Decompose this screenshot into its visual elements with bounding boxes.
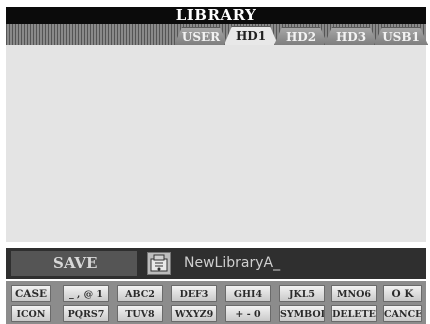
def3-key[interactable]: DEF3 (171, 285, 217, 302)
pqrs7-key[interactable]: PQRS7 (63, 305, 109, 322)
tuv8-key[interactable]: TUV8 (117, 305, 163, 322)
symbol-1-key[interactable]: _ , @ 1 (63, 285, 109, 302)
case-key[interactable]: CASE (11, 285, 51, 302)
ghi4-key[interactable]: GHI4 (225, 285, 271, 302)
delete-key[interactable]: DELETE (331, 305, 377, 322)
wxyz9-key[interactable]: WXYZ9 (171, 305, 217, 322)
library-file-icon (147, 252, 171, 275)
page-title: LIBRARY (6, 7, 426, 24)
name-entry-bar: SAVE NewLibraryA_ (6, 248, 426, 279)
drive-tab-strip: USER HD1 HD2 HD3 USB1 (6, 24, 426, 45)
jkl5-key[interactable]: JKL5 (279, 285, 325, 302)
icon-key[interactable]: ICON (11, 305, 51, 322)
file-list-area[interactable] (6, 45, 426, 242)
plus-minus-0-key[interactable]: + - 0 (225, 305, 271, 322)
tab-hd2[interactable]: HD2 (274, 27, 328, 45)
tab-hd1[interactable]: HD1 (224, 26, 278, 45)
tab-usb1[interactable]: USB1 (374, 27, 428, 45)
cancel-button[interactable]: CANCEL (383, 305, 422, 322)
abc2-key[interactable]: ABC2 (117, 285, 163, 302)
file-icon-graphic (150, 254, 168, 272)
ok-button[interactable]: O K (383, 285, 422, 302)
library-name-field[interactable]: NewLibraryA_ (178, 251, 422, 276)
symbol-key[interactable]: SYMBOL (279, 305, 325, 322)
save-label: SAVE (11, 251, 137, 276)
mno6-key[interactable]: MNO6 (331, 285, 377, 302)
character-keyboard: CASE _ , @ 1 ABC2 DEF3 GHI4 JKL5 MNO6 O … (6, 281, 426, 324)
library-screen: LIBRARY USER HD1 HD2 HD3 USB1 SAVE NewLi… (0, 0, 430, 324)
tab-user[interactable]: USER (174, 27, 228, 45)
tab-hd3[interactable]: HD3 (324, 27, 378, 45)
